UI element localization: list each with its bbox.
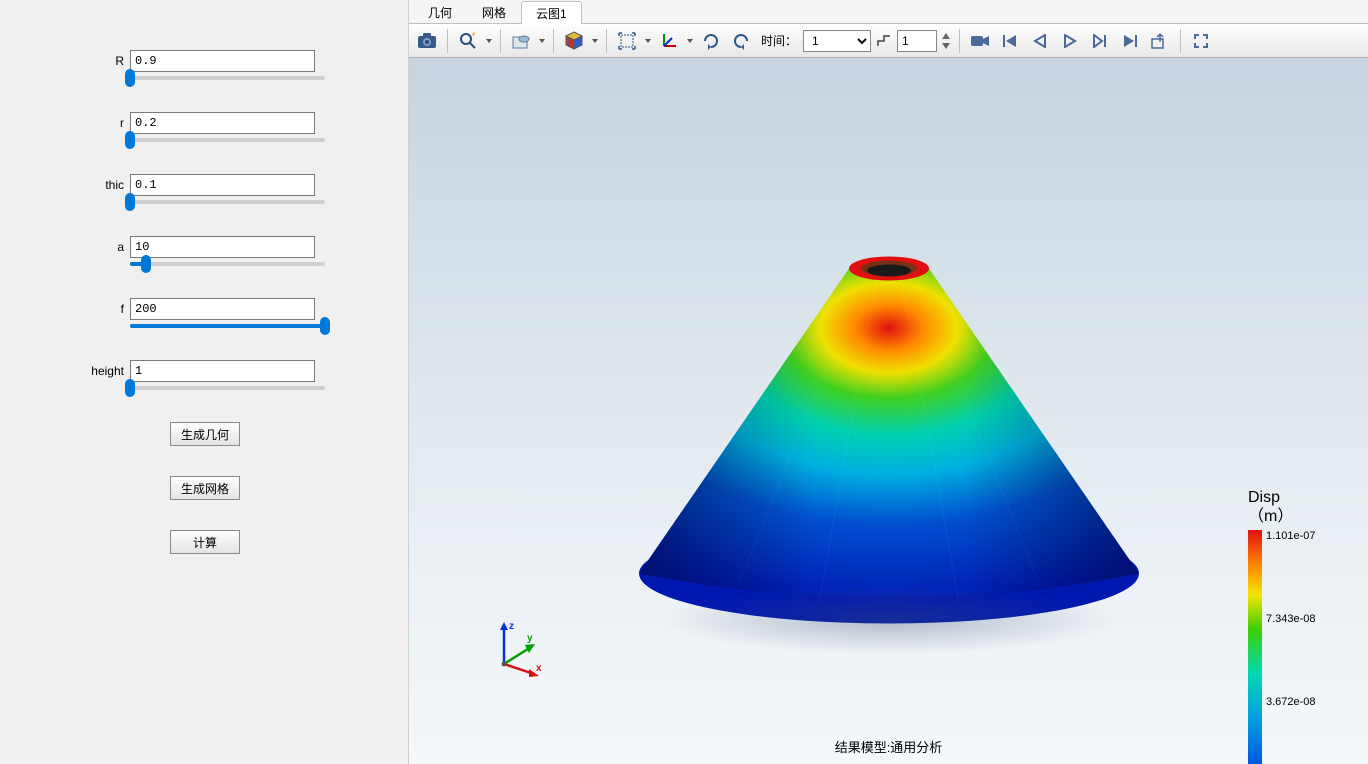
axes-icon — [660, 32, 678, 50]
param-input-thic[interactable] — [130, 174, 315, 196]
skip-last-icon — [1122, 34, 1138, 48]
camcorder-icon — [970, 34, 990, 48]
time-combo[interactable]: 1 — [803, 30, 871, 52]
view-cube-dropdown[interactable] — [590, 27, 600, 55]
main-panel: 几何 网格 云图1 — [408, 0, 1368, 764]
rubik-cube-icon — [564, 31, 584, 51]
compute-button[interactable]: 计算 — [170, 530, 240, 554]
param-input-r[interactable] — [130, 112, 315, 134]
coordinate-axes-icon: z y x — [489, 619, 549, 679]
skip-first-icon — [1002, 34, 1018, 48]
legend-title: Disp（m） — [1248, 488, 1338, 526]
svg-text:x: x — [536, 663, 542, 674]
param-thic: thic — [20, 174, 388, 204]
step-forward-icon — [1092, 34, 1108, 48]
viewport-toolbar: 时间： 1 — [409, 24, 1368, 58]
cone-shadow — [659, 585, 1119, 655]
fit-extents-icon — [618, 32, 636, 50]
param-label-thic: thic — [90, 178, 130, 192]
magnifier-icon — [459, 32, 477, 50]
param-label-f: f — [90, 302, 130, 316]
cone-contour-icon — [619, 214, 1159, 634]
clip-dropdown[interactable] — [537, 27, 547, 55]
clip-plane-icon — [511, 32, 531, 50]
tab-contour1[interactable]: 云图1 — [521, 1, 582, 24]
axes-dropdown[interactable] — [685, 27, 695, 55]
result-cone — [619, 214, 1159, 637]
generate-geometry-button[interactable]: 生成几何 — [170, 422, 240, 446]
param-input-f[interactable] — [130, 298, 315, 320]
rotate-ccw-button[interactable] — [727, 27, 755, 55]
param-label-height: height — [90, 364, 130, 378]
param-slider-f[interactable] — [130, 324, 325, 328]
param-label-a: a — [90, 240, 130, 254]
tab-geometry[interactable]: 几何 — [413, 0, 467, 23]
record-button[interactable] — [966, 27, 994, 55]
play-button[interactable] — [1056, 27, 1084, 55]
param-slider-height[interactable] — [130, 386, 325, 390]
legend-colorbar — [1248, 530, 1262, 764]
step-mode-button[interactable] — [873, 27, 895, 55]
zoom-button[interactable] — [454, 27, 482, 55]
export-button[interactable] — [1146, 27, 1174, 55]
generate-mesh-button[interactable]: 生成网格 — [170, 476, 240, 500]
camera-icon — [417, 33, 437, 49]
rotate-cw-button[interactable] — [697, 27, 725, 55]
tab-bar: 几何 网格 云图1 — [409, 0, 1368, 24]
fit-dropdown[interactable] — [643, 27, 653, 55]
fit-button[interactable] — [613, 27, 641, 55]
param-slider-r[interactable] — [130, 138, 325, 142]
axes-toggle-button[interactable] — [655, 27, 683, 55]
svg-text:y: y — [527, 633, 533, 644]
param-slider-a[interactable] — [130, 262, 325, 266]
param-f: f — [20, 298, 388, 328]
time-label: 时间： — [757, 32, 801, 49]
param-input-a[interactable] — [130, 236, 315, 258]
prev-frame-button[interactable] — [1026, 27, 1054, 55]
param-label-r: r — [90, 116, 130, 130]
last-frame-button[interactable] — [1116, 27, 1144, 55]
result-model-label: 结果模型:通用分析 — [835, 737, 943, 756]
svg-text:z: z — [509, 621, 514, 632]
tab-mesh[interactable]: 网格 — [467, 0, 521, 23]
legend-ticks: 1.101e-07 7.343e-08 3.672e-08 0.000e+00 — [1262, 530, 1318, 764]
clip-button[interactable] — [507, 27, 535, 55]
param-slider-R[interactable] — [130, 76, 325, 80]
screenshot-button[interactable] — [413, 27, 441, 55]
parameter-sidebar: R r thic a f height — [0, 0, 408, 764]
step-icon — [877, 35, 891, 47]
spin-arrows-icon — [939, 30, 953, 52]
play-icon — [1063, 34, 1077, 48]
param-input-height[interactable] — [130, 360, 315, 382]
export-icon — [1151, 33, 1169, 49]
view-cube-button[interactable] — [560, 27, 588, 55]
fullscreen-button[interactable] — [1187, 27, 1215, 55]
param-a: a — [20, 236, 388, 266]
play-reverse-icon — [1033, 34, 1047, 48]
param-slider-thic[interactable] — [130, 200, 325, 204]
first-frame-button[interactable] — [996, 27, 1024, 55]
param-label-R: R — [90, 54, 130, 68]
color-legend: Disp（m） 1.101e-07 7.343e-08 3.672e-08 0.… — [1248, 488, 1338, 764]
param-height: height — [20, 360, 388, 390]
param-input-R[interactable] — [130, 50, 315, 72]
fullscreen-icon — [1194, 34, 1208, 48]
rotate-ccw-icon — [732, 32, 750, 50]
param-r: r — [20, 112, 388, 142]
next-frame-button[interactable] — [1086, 27, 1114, 55]
param-R: R — [20, 50, 388, 80]
rotate-cw-icon — [702, 32, 720, 50]
3d-viewport[interactable]: z y x Disp（m） 1.101e-07 7.343e-08 3.672e… — [409, 58, 1368, 764]
zoom-dropdown[interactable] — [484, 27, 494, 55]
frame-spin[interactable] — [897, 30, 937, 52]
